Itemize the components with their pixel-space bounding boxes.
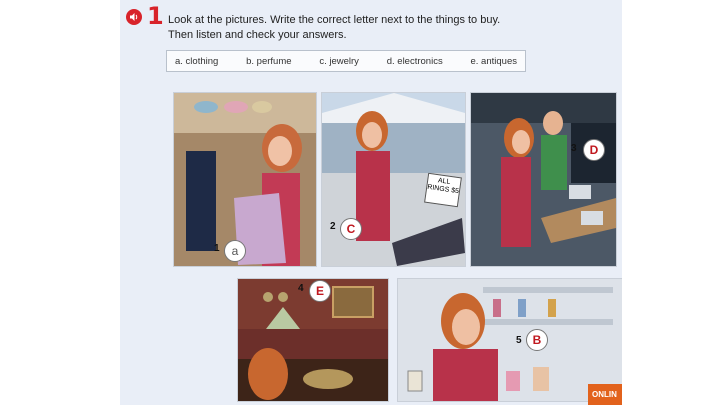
word-bank-item: c. jewelry [319,55,359,67]
answer-circle[interactable]: D [583,139,605,161]
textbook-page: 1 Look at the pictures. Write the correc… [120,0,622,405]
exercise-instructions: Look at the pictures. Write the correct … [168,13,500,43]
photo-jewelry-stall: ALL RINGS $5 2 C [321,92,466,267]
answer-circle[interactable]: C [340,218,362,240]
price-sign: ALL RINGS $5 [424,172,462,208]
electronics-store-illustration [471,93,616,247]
photo-number: 2 [330,221,336,232]
photo-number: 3 [571,143,577,154]
photo-electronics-store: 3 D [470,92,617,267]
audio-speaker-icon[interactable] [126,9,142,25]
instruction-line-2: Then listen and check your answers. [168,29,347,41]
answer-circle[interactable]: B [526,329,548,351]
word-bank-item: e. antiques [470,55,517,67]
photo-clothing-store: 1 a [173,92,317,267]
word-bank-item: a. clothing [175,55,219,67]
clothing-store-illustration [174,93,316,266]
answer-circle[interactable]: a [224,240,246,262]
online-tab[interactable]: ONLIN [588,384,622,405]
exercise-number: 1 [147,2,164,30]
photo-number: 4 [298,283,304,294]
photo-number: 5 [516,335,522,346]
instruction-line-1: Look at the pictures. Write the correct … [168,14,501,26]
word-bank-item: b. perfume [246,55,292,67]
photo-antique-shop: 4 E [237,278,389,402]
photo-number: 1 [214,243,220,254]
answer-circle[interactable]: E [309,280,331,302]
word-bank: a. clothing b. perfume c. jewelry d. ele… [166,50,526,72]
perfume-counter-illustration [398,279,622,401]
word-bank-item: d. electronics [386,55,443,67]
